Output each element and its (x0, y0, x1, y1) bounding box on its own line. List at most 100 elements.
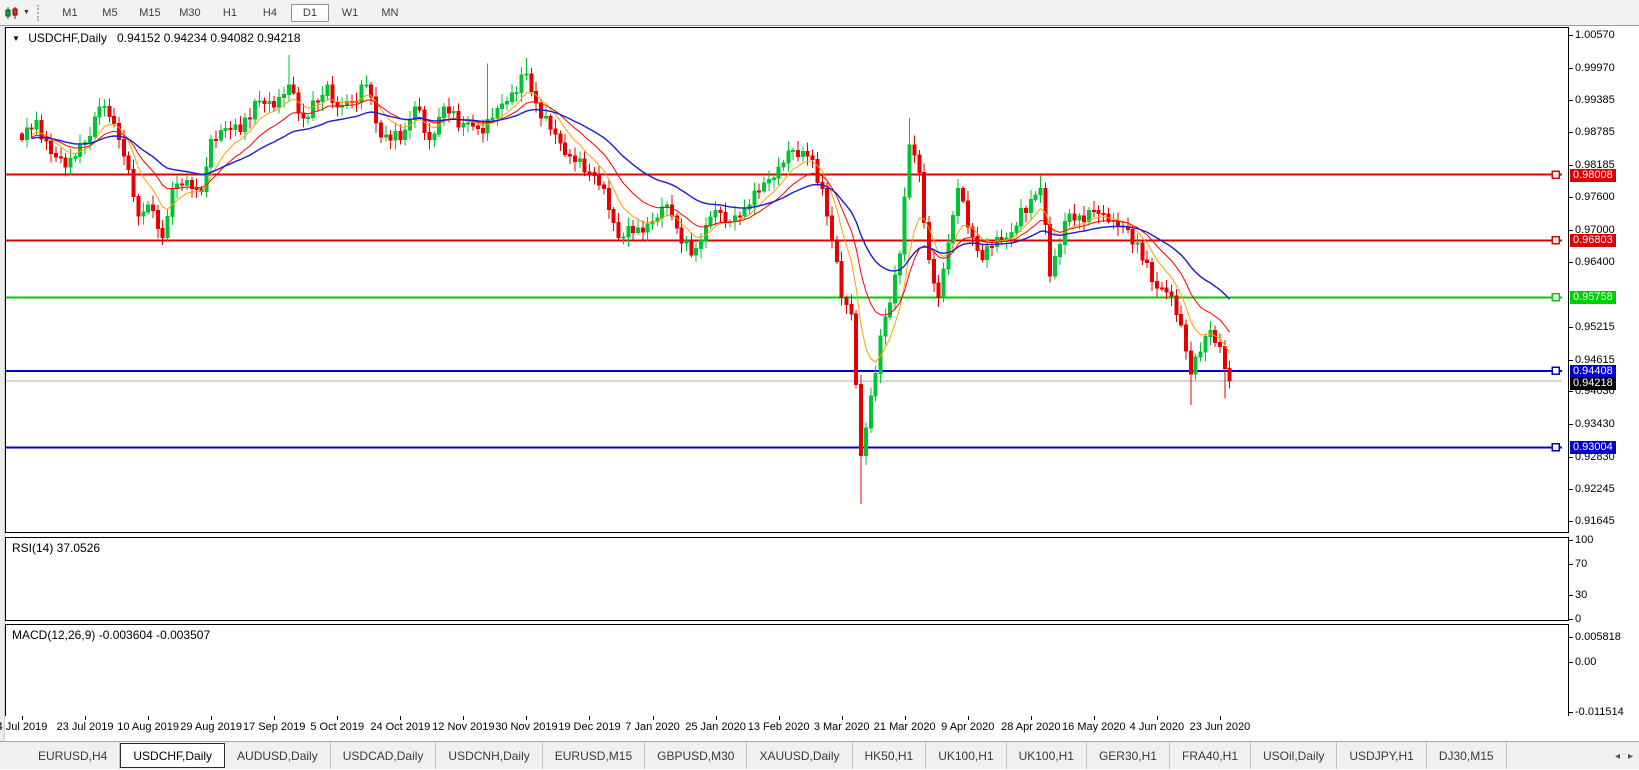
macd-label: MACD(12,26,9) -0.003604 -0.003507 (12, 628, 211, 642)
rsi-canvas[interactable] (6, 538, 1568, 620)
macd-histogram (51, 646, 1230, 706)
chart-tab-fra40-h1[interactable]: FRA40,H1 (1170, 742, 1252, 769)
date-tick-mark (652, 716, 654, 720)
chart-tab-uk100-h1[interactable]: UK100,H1 (1007, 742, 1087, 769)
date-tick-mark (85, 716, 87, 720)
date-tick-label: 28 Apr 2020 (1001, 721, 1061, 733)
chart-tab-ger30-h1[interactable]: GER30,H1 (1087, 742, 1170, 769)
timeframe-buttons: M1 M5 M15 M30 H1 H4 D1 W1 MN (46, 0, 414, 25)
chart-tab-gbpusd-m30[interactable]: GBPUSD,M30 (645, 742, 748, 769)
chart-tab-eurusd-h4[interactable]: EURUSD,H4 (26, 742, 121, 769)
date-tick-mark (274, 716, 276, 720)
price-tick-mark (1569, 229, 1573, 231)
chart-type-dropdown-icon[interactable]: ▼ (23, 9, 30, 16)
chart-tab-hk50-h1[interactable]: HK50,H1 (853, 742, 927, 769)
rsi-scale-label: 0 (1575, 613, 1582, 625)
chart-ohlc-values: 0.94152 0.94234 0.94082 0.94218 (116, 31, 301, 45)
date-tick-label: 4 Jun 2020 (1129, 721, 1185, 733)
price-tick-label: 0.99385 (1575, 93, 1615, 106)
macd-tick-mark (1569, 662, 1573, 663)
timeframe-button-M15[interactable]: M15 (131, 4, 169, 22)
level-price-label: 0.93004 (1570, 441, 1616, 455)
chart-tab-dj30-m15[interactable]: DJ30,M15 (1427, 742, 1507, 769)
date-tick-mark (211, 716, 213, 720)
macd-scale-label: -0.011514 (1575, 705, 1624, 718)
level-price-label: 0.94408 (1570, 364, 1616, 378)
chart-tab-eurusd-m15[interactable]: EURUSD,M15 (543, 742, 646, 769)
date-tick-mark (715, 716, 717, 720)
date-tick-mark (526, 716, 528, 720)
tab-scroll-left-icon[interactable]: ◂ (1615, 751, 1620, 762)
chart-type-button[interactable]: ▼ (0, 0, 34, 27)
rsi-tick-mark (1569, 540, 1573, 541)
timeframe-button-D1[interactable]: D1 (290, 3, 329, 22)
date-tick-label: 4 Jul 2019 (0, 721, 48, 733)
date-axis[interactable]: 4 Jul 2019 23 Jul 2019 10 Aug 2019 29 Aug 2… (0, 716, 1569, 741)
timeframe-button-MN[interactable]: MN (371, 4, 409, 22)
level-line-handle[interactable] (1551, 236, 1560, 245)
price-tick-mark (1569, 196, 1573, 198)
price-tick-mark (1569, 488, 1573, 490)
rsi-indicator-pane[interactable]: RSI(14) 37.0526 (5, 537, 1569, 621)
date-tick-label: 12 Nov 2019 (432, 721, 495, 733)
date-tick-label: 13 Feb 2020 (747, 721, 810, 733)
date-tick-label: 25 Jan 2020 (685, 721, 746, 733)
date-tick-label: 5 Oct 2019 (310, 721, 365, 733)
price-tick-mark (1569, 424, 1573, 426)
chart-tab-usdcad-daily[interactable]: USDCAD,Daily (331, 742, 437, 769)
macd-tick-mark (1569, 636, 1573, 638)
date-tick-mark (1156, 716, 1158, 720)
price-tick-mark (1569, 164, 1573, 166)
price-tick-mark (1569, 67, 1573, 69)
date-tick-mark (589, 716, 591, 720)
chart-tab-usoil-daily[interactable]: USOil,Daily (1251, 742, 1338, 769)
date-tick-label: 30 Nov 2019 (495, 721, 558, 733)
chart-tab-usdchf-daily[interactable]: USDCHF,Daily (120, 743, 226, 768)
macd-signal-line (71, 648, 1230, 694)
timeframe-button-H1[interactable]: H1 (211, 4, 249, 22)
level-line-handle[interactable] (1551, 443, 1560, 452)
date-tick-mark (904, 716, 906, 720)
macd-tick-mark (1569, 711, 1573, 713)
timeframe-button-M5[interactable]: M5 (91, 4, 129, 22)
toolbar-grip (36, 4, 39, 21)
rsi-tick-mark (1569, 563, 1573, 565)
moving-averages-layer (31, 92, 1231, 363)
tab-scroll-right-icon[interactable]: ▸ (1628, 751, 1633, 762)
macd-canvas[interactable] (6, 625, 1568, 716)
price-tick-mark (1569, 359, 1573, 361)
date-tick-label: 16 May 2020 (1062, 721, 1126, 733)
price-tick-label: 0.96400 (1575, 256, 1615, 269)
macd-scale-label: 0.00 (1575, 656, 1597, 668)
timeframe-button-M1[interactable]: M1 (51, 4, 89, 22)
date-tick-mark (148, 716, 150, 720)
price-tick-mark (1569, 35, 1573, 36)
timeframe-button-W1[interactable]: W1 (331, 4, 369, 22)
price-tick-mark (1569, 326, 1573, 328)
timeframe-button-M30[interactable]: M30 (171, 4, 209, 22)
date-tick-label: 17 Sep 2019 (242, 721, 306, 733)
macd-indicator-pane[interactable]: MACD(12,26,9) -0.003604 -0.003507 (5, 624, 1569, 717)
price-axis[interactable]: 1.00570 0.99970 0.99385 0.98785 0.98185 0.976… (1569, 26, 1639, 720)
rsi-scale-label: 100 (1575, 534, 1594, 546)
chart-tab-xauusd-daily[interactable]: XAUUSD,Daily (747, 742, 853, 769)
rsi-tick-mark (1569, 595, 1573, 597)
price-tick-mark (1569, 521, 1573, 523)
main-chart-pane[interactable]: ▼ USDCHF,Daily 0.94152 0.94234 0.94082 0… (5, 27, 1569, 533)
date-tick-mark (400, 716, 402, 720)
price-chart-canvas[interactable] (6, 28, 1568, 532)
price-tick-label: 0.92245 (1575, 482, 1615, 495)
chart-title-dropdown-icon[interactable]: ▼ (12, 34, 20, 43)
timeframe-button-H4[interactable]: H4 (251, 4, 289, 22)
chart-tab-usdjpy-h1[interactable]: USDJPY,H1 (1337, 742, 1427, 769)
chart-title: ▼ USDCHF,Daily 0.94152 0.94234 0.94082 0… (12, 31, 301, 45)
level-line-handle[interactable] (1551, 366, 1560, 376)
chart-tab-audusd-daily[interactable]: AUDUSD,Daily (225, 742, 331, 769)
chart-tab-uk100-h1[interactable]: UK100,H1 (926, 742, 1007, 769)
date-tick-label: 3 Mar 2020 (813, 721, 870, 733)
date-tick-mark (1093, 716, 1095, 720)
level-line-handle[interactable] (1551, 293, 1560, 302)
price-tick-mark (1569, 99, 1573, 101)
chart-tab-usdcnh-daily[interactable]: USDCNH,Daily (436, 742, 543, 769)
level-line-handle[interactable] (1551, 170, 1560, 179)
